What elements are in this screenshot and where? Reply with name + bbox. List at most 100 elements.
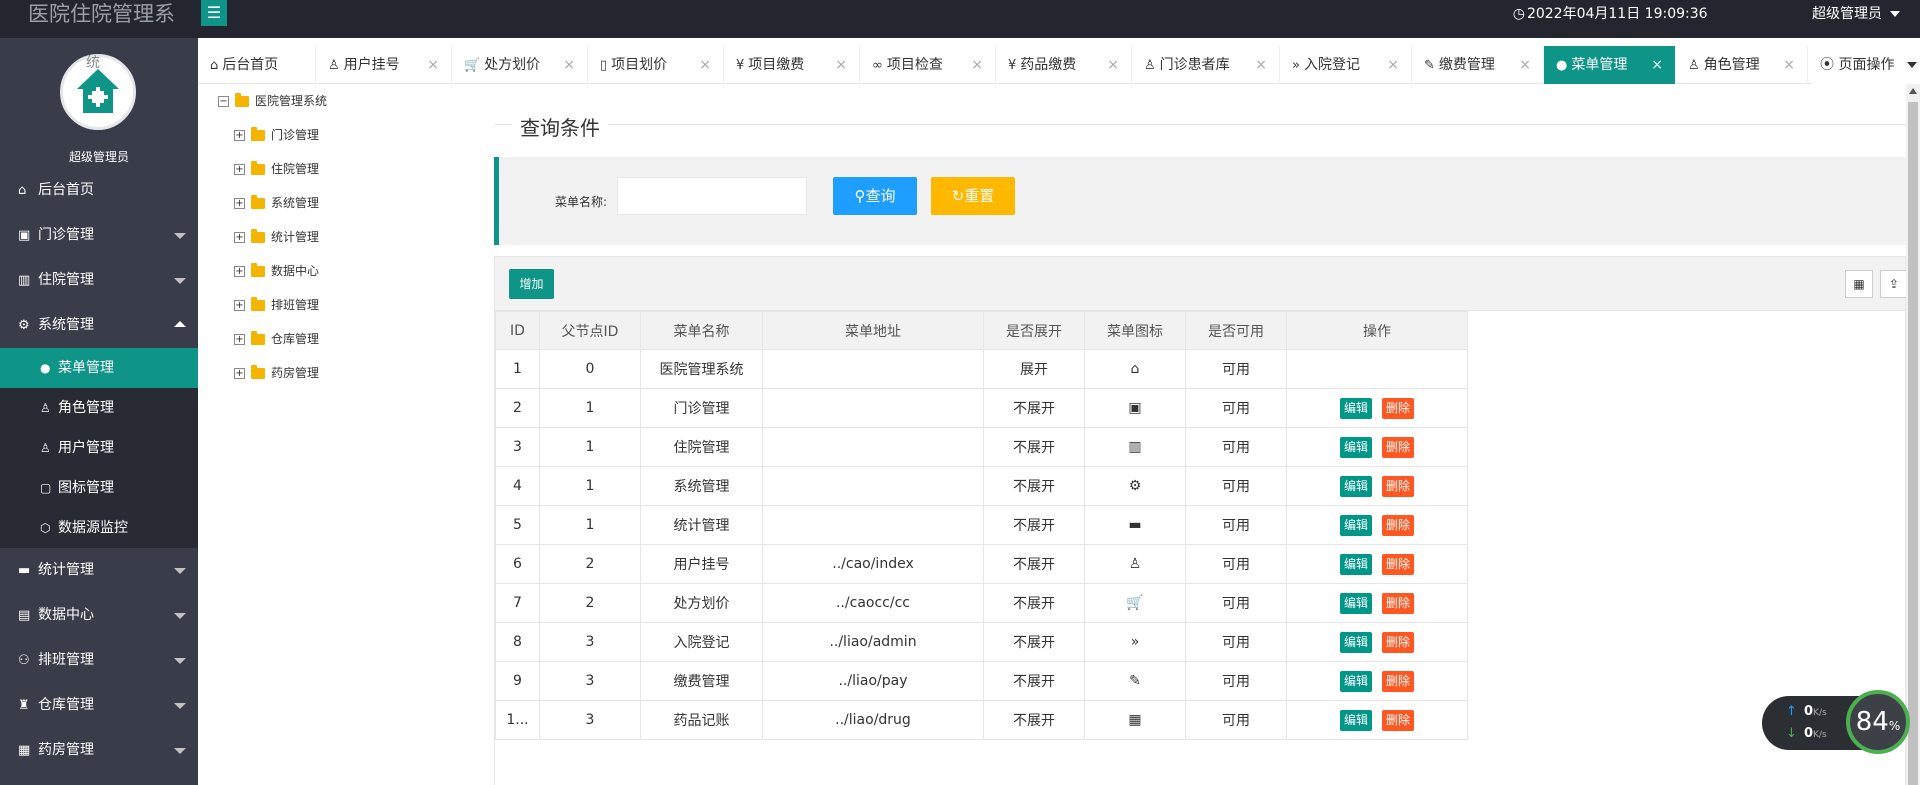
- close-icon[interactable]: ×: [971, 46, 983, 84]
- sidebar-item[interactable]: ⌂ 后台首页: [0, 168, 198, 213]
- menu-name-input[interactable]: [617, 177, 807, 215]
- table-row[interactable]: 9 3 缴费管理 ../liao/pay 不展开 ✎ 可用 编辑 删除: [495, 661, 1468, 701]
- tree-node-label[interactable]: 仓库管理: [271, 332, 319, 346]
- tree-node-label[interactable]: 住院管理: [271, 162, 319, 176]
- close-icon[interactable]: ×: [1255, 46, 1267, 84]
- tree-root[interactable]: − 医院管理系统: [218, 92, 327, 109]
- delete-button[interactable]: 删除: [1382, 475, 1415, 497]
- tab-item[interactable]: ¥ 药品缴费 ×: [996, 46, 1132, 84]
- close-icon[interactable]: ×: [1783, 46, 1795, 84]
- tree-node[interactable]: + 排班管理: [234, 296, 319, 313]
- tab-item[interactable]: ✎ 缴费管理 ×: [1412, 46, 1544, 84]
- delete-button[interactable]: 删除: [1382, 397, 1415, 419]
- tree-node[interactable]: + 系统管理: [234, 194, 319, 211]
- delete-button[interactable]: 删除: [1382, 670, 1415, 692]
- table-row[interactable]: 1 0 医院管理系统 展开 ⌂ 可用: [495, 349, 1468, 389]
- close-icon[interactable]: ×: [563, 46, 575, 84]
- tab-item[interactable]: ♙ 门诊患者库 ×: [1132, 46, 1280, 84]
- page-scrollbar[interactable]: [1906, 84, 1920, 785]
- sidebar-subitem[interactable]: ♙ 用户管理: [0, 428, 198, 468]
- sidebar-subitem[interactable]: ⬡ 数据源监控: [0, 508, 198, 548]
- expand-icon[interactable]: +: [234, 300, 245, 311]
- sidebar-subitem[interactable]: ▢ 图标管理: [0, 468, 198, 508]
- close-icon[interactable]: ×: [1519, 46, 1531, 84]
- tab-item[interactable]: ⌂ 后台首页: [198, 46, 316, 84]
- tab-item[interactable]: 🛒 处方划价 ×: [452, 46, 588, 84]
- columns-icon[interactable]: ▦: [1845, 270, 1873, 298]
- column-header[interactable]: 是否可用: [1185, 311, 1287, 350]
- sidebar-subitem[interactable]: ● 菜单管理: [0, 348, 198, 388]
- export-icon[interactable]: ⇪: [1880, 270, 1908, 298]
- expand-icon[interactable]: +: [234, 368, 245, 379]
- tree-node[interactable]: + 数据中心: [234, 262, 319, 279]
- column-header[interactable]: 菜单名称: [640, 311, 763, 350]
- tree-node-label[interactable]: 系统管理: [271, 196, 319, 210]
- table-row[interactable]: 8 3 入院登记 ../liao/admin 不展开» 可用 编辑 删除: [495, 622, 1468, 662]
- column-header[interactable]: 菜单地址: [762, 311, 984, 350]
- table-row[interactable]: 5 1 统计管理 不展开 ▬ 可用 编辑 删除: [495, 505, 1468, 545]
- delete-button[interactable]: 删除: [1382, 553, 1415, 575]
- network-speed-widget[interactable]: ↑ 0K/s ↓ 0K/s 84%: [1762, 690, 1912, 754]
- expand-icon[interactable]: +: [234, 334, 245, 345]
- edit-button[interactable]: 编辑: [1339, 670, 1372, 692]
- reset-button[interactable]: ↻重置: [931, 177, 1015, 215]
- table-row[interactable]: 1... 3 药品记账 ../liao/drug 不展开 ▦ 可用 编辑 删除: [495, 700, 1468, 740]
- tab-item[interactable]: ● 菜单管理 ×: [1544, 46, 1676, 84]
- delete-button[interactable]: 删除: [1382, 436, 1415, 458]
- edit-button[interactable]: 编辑: [1339, 553, 1372, 575]
- scroll-thumb[interactable]: [1908, 102, 1918, 785]
- sidebar-item[interactable]: ▬ 统计管理: [0, 548, 198, 593]
- sidebar-item[interactable]: ♜ 仓库管理: [0, 683, 198, 728]
- tab-item[interactable]: ¥ 项目缴费 ×: [724, 46, 860, 84]
- close-icon[interactable]: ×: [699, 46, 711, 84]
- add-button[interactable]: 增加: [509, 269, 554, 299]
- close-icon[interactable]: ×: [1107, 46, 1119, 84]
- sidebar-item[interactable]: ▦ 药房管理: [0, 728, 198, 773]
- menu-toggle-button[interactable]: ☰: [201, 0, 227, 26]
- column-header[interactable]: 菜单图标: [1084, 311, 1186, 350]
- user-menu[interactable]: 超级管理员: [1762, 6, 1900, 22]
- column-header[interactable]: 操作: [1286, 311, 1468, 350]
- column-header[interactable]: ID: [495, 311, 540, 350]
- tree-node-label[interactable]: 统计管理: [271, 230, 319, 244]
- tree-node[interactable]: + 门诊管理: [234, 126, 319, 143]
- expand-icon[interactable]: +: [234, 232, 245, 243]
- page-ops-button[interactable]: ⦿ 页面操作: [1812, 46, 1920, 84]
- column-header[interactable]: 是否展开: [983, 311, 1085, 350]
- edit-button[interactable]: 编辑: [1339, 631, 1372, 653]
- sidebar-item[interactable]: ⚇ 排班管理: [0, 638, 198, 683]
- delete-button[interactable]: 删除: [1382, 514, 1415, 536]
- tree-root-label[interactable]: 医院管理系统: [255, 94, 327, 108]
- expand-icon[interactable]: +: [234, 130, 245, 141]
- table-row[interactable]: 6 2 用户挂号 ../cao/index 不展开 ♙ 可用 编辑 删除: [495, 544, 1468, 584]
- table-row[interactable]: 3 1 住院管理 不展开 ▥ 可用 编辑 删除: [495, 427, 1468, 467]
- tree-node[interactable]: + 住院管理: [234, 160, 319, 177]
- table-row[interactable]: 2 1 门诊管理 不展开 ▣ 可用 编辑 删除: [495, 388, 1468, 428]
- tree-node[interactable]: + 统计管理: [234, 228, 319, 245]
- edit-button[interactable]: 编辑: [1339, 397, 1372, 419]
- tree-node[interactable]: + 药房管理: [234, 364, 319, 381]
- delete-button[interactable]: 删除: [1382, 709, 1415, 731]
- close-icon[interactable]: ×: [427, 46, 439, 84]
- edit-button[interactable]: 编辑: [1339, 436, 1372, 458]
- sidebar-item[interactable]: ⚙ 系统管理: [0, 303, 198, 348]
- scroll-up-arrow[interactable]: [1909, 88, 1917, 94]
- sidebar-item[interactable]: ▤ 数据中心: [0, 593, 198, 638]
- table-row[interactable]: 4 1 系统管理 不展开 ⚙ 可用 编辑 删除: [495, 466, 1468, 506]
- tree-node-label[interactable]: 数据中心: [271, 264, 319, 278]
- delete-button[interactable]: 删除: [1382, 631, 1415, 653]
- tree-node-label[interactable]: 排班管理: [271, 298, 319, 312]
- tree-node[interactable]: + 仓库管理: [234, 330, 319, 347]
- delete-button[interactable]: 删除: [1382, 592, 1415, 614]
- expand-icon[interactable]: +: [234, 164, 245, 175]
- column-header[interactable]: 父节点ID: [539, 311, 641, 350]
- close-icon[interactable]: ×: [1651, 46, 1663, 84]
- expand-icon[interactable]: +: [234, 198, 245, 209]
- edit-button[interactable]: 编辑: [1339, 514, 1372, 536]
- sidebar-item[interactable]: ▥ 住院管理: [0, 258, 198, 303]
- sidebar-subitem[interactable]: ♙ 角色管理: [0, 388, 198, 428]
- table-row[interactable]: 7 2 处方划价 ../caocc/cc 不展开 🛒 可用 编辑 删除: [495, 583, 1468, 623]
- sidebar-item[interactable]: ▣ 门诊管理: [0, 213, 198, 258]
- edit-button[interactable]: 编辑: [1339, 709, 1372, 731]
- close-icon[interactable]: ×: [835, 46, 847, 84]
